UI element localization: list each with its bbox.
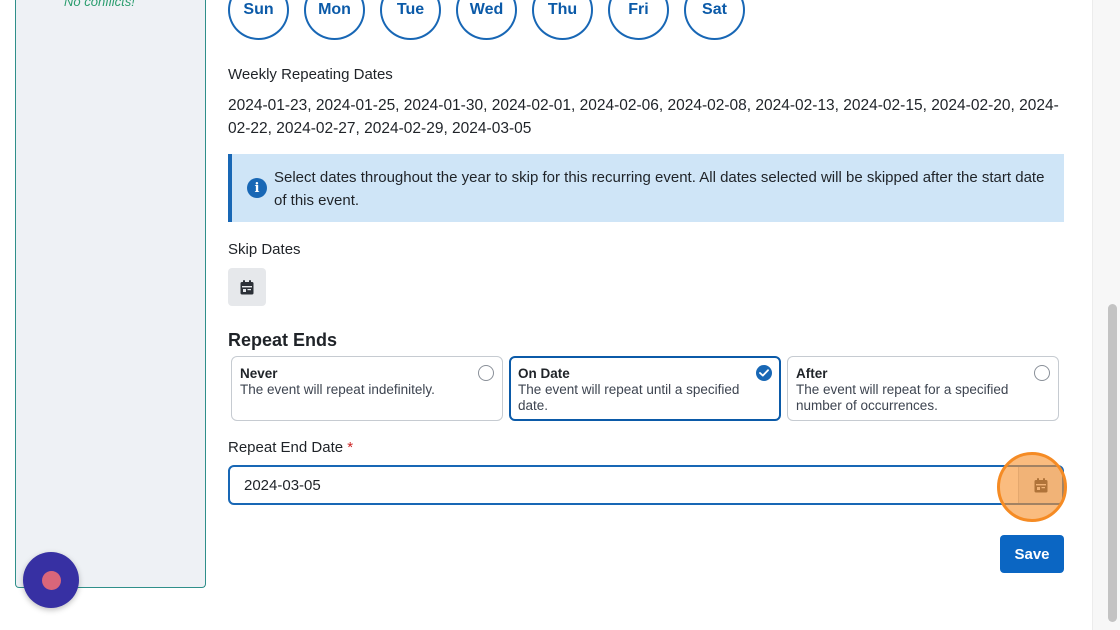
repeat-end-date-label-text: Repeat End Date <box>228 439 344 456</box>
required-mark: * <box>347 439 354 456</box>
radio-unchecked-icon[interactable] <box>478 365 494 381</box>
repeat-end-date-field <box>228 465 1064 505</box>
day-toggle-sun[interactable]: Sun <box>228 0 289 40</box>
option-title: On Date <box>518 366 570 381</box>
scrollbar-thumb[interactable] <box>1108 304 1117 622</box>
repeat-ends-title: Repeat Ends <box>228 330 338 350</box>
skip-dates-label: Skip Dates <box>228 241 301 258</box>
page-scrollbar[interactable] <box>1092 0 1120 630</box>
day-toggle-sat[interactable]: Sat <box>684 0 745 40</box>
day-toggle-wed[interactable]: Wed <box>456 0 517 40</box>
calendar-icon <box>1034 477 1047 492</box>
radio-checked-icon[interactable] <box>756 365 772 381</box>
calendar-icon <box>240 279 254 294</box>
skip-info-alert: i Select dates throughout the year to sk… <box>228 154 1064 222</box>
conflicts-status: No conflicts! <box>64 0 135 9</box>
option-title: Never <box>240 366 278 381</box>
assistant-launcher-button[interactable] <box>23 552 79 608</box>
weekday-selector: Sun Mon Tue Wed Thu Fri Sat <box>228 0 745 40</box>
info-icon: i <box>247 178 267 198</box>
repeat-option-after[interactable]: After The event will repeat for a specif… <box>787 356 1059 421</box>
day-toggle-mon[interactable]: Mon <box>304 0 365 40</box>
repeat-ends-options: Never The event will repeat indefinitely… <box>231 356 1059 421</box>
option-title: After <box>796 366 828 381</box>
repeat-option-on-date[interactable]: On Date The event will repeat until a sp… <box>509 356 781 421</box>
weekly-dates-list: 2024-01-23, 2024-01-25, 2024-01-30, 2024… <box>228 97 1059 137</box>
option-desc: The event will repeat until a specified … <box>518 382 740 413</box>
option-desc: The event will repeat indefinitely. <box>240 382 435 397</box>
repeat-option-never[interactable]: Never The event will repeat indefinitely… <box>231 356 503 421</box>
day-toggle-tue[interactable]: Tue <box>380 0 441 40</box>
day-toggle-fri[interactable]: Fri <box>608 0 669 40</box>
radio-unchecked-icon[interactable] <box>1034 365 1050 381</box>
day-toggle-thu[interactable]: Thu <box>532 0 593 40</box>
launcher-dot-icon <box>41 570 61 590</box>
info-text: Select dates throughout the year to skip… <box>274 169 1045 209</box>
save-button[interactable]: Save <box>1000 535 1064 573</box>
option-desc: The event will repeat for a specified nu… <box>796 382 1009 413</box>
repeat-end-date-label: Repeat End Date * <box>228 439 353 456</box>
sidebar-panel: No conflicts! <box>15 0 206 588</box>
repeat-end-date-input[interactable] <box>230 467 1016 503</box>
repeat-end-date-calendar-button[interactable] <box>1018 467 1062 503</box>
checkmark-icon <box>759 369 769 377</box>
skip-dates-calendar-button[interactable] <box>228 268 266 306</box>
weekly-dates-label: Weekly Repeating Dates <box>228 66 393 83</box>
